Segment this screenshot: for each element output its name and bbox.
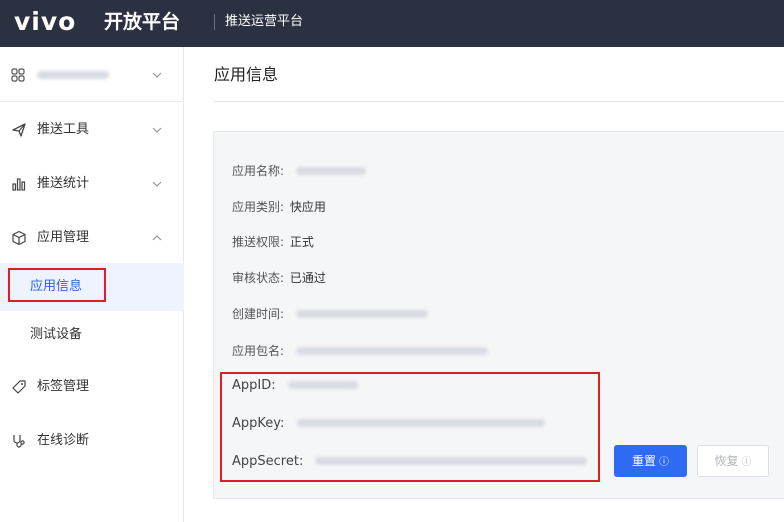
send-icon xyxy=(12,123,26,137)
sidebar-item-label: 标签管理 xyxy=(37,379,90,394)
field-value-redacted xyxy=(295,347,488,355)
sidebar-item-label: 推送工具 xyxy=(37,122,90,137)
chevron-down-icon xyxy=(152,127,162,133)
field-label: 应用名称: xyxy=(232,164,285,178)
field-label: 审核状态: xyxy=(232,271,285,285)
sidebar-item-online-diagnosis[interactable]: 在线诊断 xyxy=(0,421,184,461)
restore-button-label: 恢复 xyxy=(714,454,739,468)
vivo-logo[interactable]: vivo xyxy=(14,9,76,35)
sidebar-subitem-label: 测试设备 xyxy=(30,327,83,342)
field-label: 应用包名: xyxy=(232,344,285,358)
sidebar-item-label: 应用管理 xyxy=(37,230,90,245)
header-divider xyxy=(214,14,215,30)
sidebar-item-label: 在线诊断 xyxy=(37,433,90,448)
field-value: 正式 xyxy=(289,235,314,249)
field-app-category: 应用类别: 快应用 xyxy=(232,199,326,215)
reset-button-label: 重置 xyxy=(631,454,656,468)
field-value: 已通过 xyxy=(289,271,326,285)
chevron-up-icon xyxy=(152,235,162,241)
field-value-redacted xyxy=(295,310,428,318)
bar-chart-icon xyxy=(12,178,26,191)
field-label: 推送权限: xyxy=(232,235,285,249)
sidebar-item-tag-management[interactable]: 标签管理 xyxy=(0,367,184,407)
platform-subtitle[interactable]: 推送运营平台 xyxy=(225,14,303,30)
top-bar: vivo 开放平台 推送运营平台 xyxy=(0,0,784,47)
field-label: 创建时间: xyxy=(232,307,285,321)
app-selector[interactable] xyxy=(0,47,184,102)
field-label: 应用类别: xyxy=(232,200,285,214)
grid-icon xyxy=(11,68,25,82)
highlight-box-credentials xyxy=(220,372,600,482)
info-icon: ⓘ xyxy=(659,457,669,468)
sidebar-item-push-stats[interactable]: 推送统计 xyxy=(0,164,184,204)
sidebar-item-push-tools[interactable]: 推送工具 xyxy=(0,110,184,150)
field-value-redacted xyxy=(295,167,366,175)
stethoscope-icon xyxy=(13,435,25,448)
info-icon: ⓘ xyxy=(741,457,752,468)
title-divider xyxy=(213,101,784,102)
field-value: 快应用 xyxy=(289,200,326,214)
field-app-name: 应用名称: xyxy=(232,163,366,179)
sidebar-subitem-test-devices[interactable]: 测试设备 xyxy=(0,313,184,357)
field-created-time: 创建时间: xyxy=(232,306,428,322)
tag-icon xyxy=(12,380,26,394)
cube-icon xyxy=(12,230,26,246)
highlight-box-app-info xyxy=(8,268,106,302)
chevron-down-icon xyxy=(152,72,162,78)
chevron-down-icon xyxy=(152,181,162,187)
field-review-status: 审核状态: 已通过 xyxy=(232,270,326,286)
platform-title: 开放平台 xyxy=(104,11,181,33)
reset-button[interactable]: 重置 ⓘ xyxy=(614,445,687,477)
field-push-permission: 推送权限: 正式 xyxy=(232,234,314,250)
restore-button[interactable]: 恢复 ⓘ xyxy=(697,445,769,477)
sidebar-item-app-management[interactable]: 应用管理 xyxy=(0,218,184,258)
page-title: 应用信息 xyxy=(214,65,279,84)
field-package-name: 应用包名: xyxy=(232,343,488,359)
app-name-redacted xyxy=(37,71,109,79)
sidebar-item-label: 推送统计 xyxy=(37,176,90,191)
